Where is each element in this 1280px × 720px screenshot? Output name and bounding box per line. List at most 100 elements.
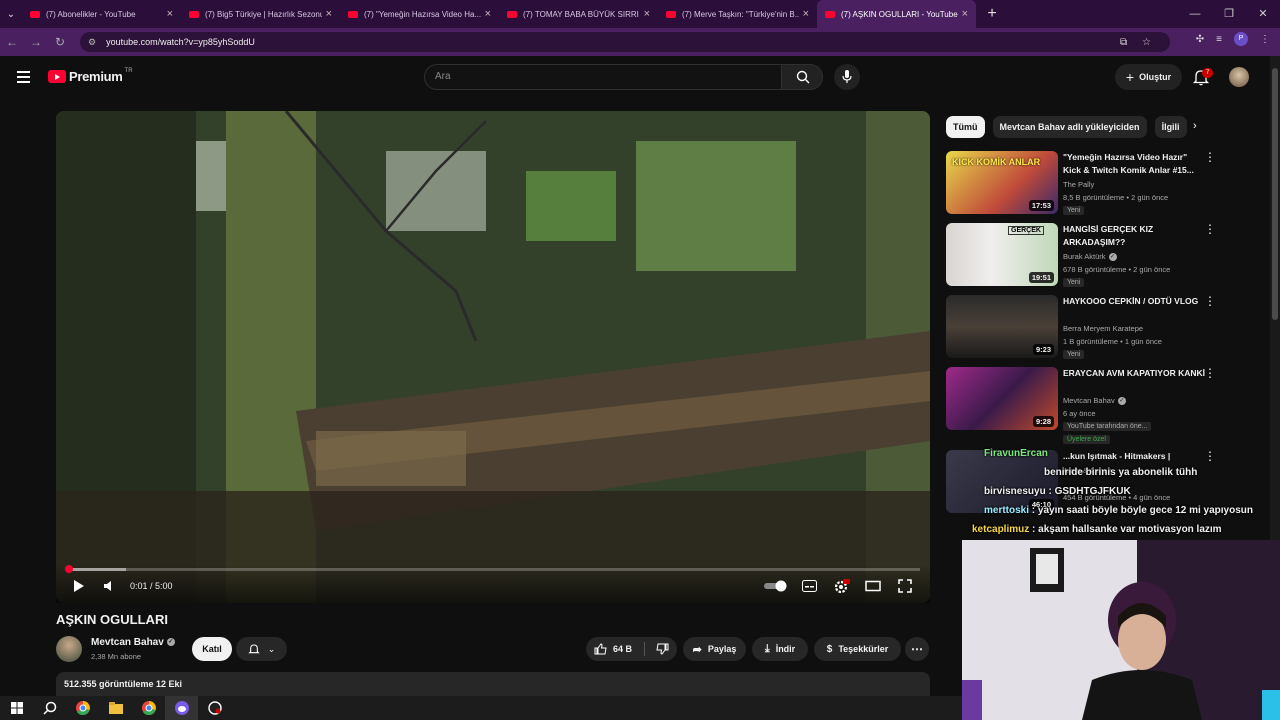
recommendation-item[interactable]: 9:28 ERAYCAN AVM KAPATIYOR KANKİ Mevtcan… xyxy=(946,367,1216,444)
scrubber-handle[interactable] xyxy=(64,565,73,573)
account-avatar[interactable] xyxy=(1229,67,1249,87)
more-options-icon[interactable]: ⋮ xyxy=(1204,295,1216,307)
video-thumbnail[interactable]: 9:23 xyxy=(946,295,1058,358)
plus-icon: + xyxy=(1125,69,1135,85)
browser-tab[interactable]: (7) Abonelikler - YouTube × xyxy=(22,0,181,28)
bookmark-star-icon[interactable]: ☆ xyxy=(1142,37,1151,48)
autoplay-toggle-icon[interactable] xyxy=(763,580,789,592)
close-tab-icon[interactable]: × xyxy=(803,8,809,20)
verified-icon: ✓ xyxy=(1108,253,1117,262)
chevron-down-icon: ⌄ xyxy=(267,643,276,654)
windows-start-icon[interactable] xyxy=(0,696,33,720)
volume-icon[interactable] xyxy=(103,580,117,592)
browser-menu-icon[interactable]: ⋮ xyxy=(1260,34,1270,45)
progress-bar[interactable] xyxy=(64,565,920,573)
search-input[interactable]: Ara xyxy=(424,64,782,90)
new-tab-button[interactable]: + xyxy=(982,5,1002,23)
recommendation-item[interactable]: KICK KOMİK ANLAR 17:53 "Yemeğin Hazırsa … xyxy=(946,151,1216,219)
webcam-overlay xyxy=(962,540,1280,720)
chat-message: FiravunErcan xyxy=(984,448,1048,459)
url-text: youtube.com/watch?v=yp85yhSoddU xyxy=(106,37,255,47)
chrome-profile-icon[interactable] xyxy=(132,696,165,720)
minimize-icon[interactable]: — xyxy=(1178,0,1212,28)
thumbs-up-icon xyxy=(594,643,607,655)
join-button[interactable]: Katıl xyxy=(192,637,232,661)
subscription-bell-button[interactable]: ⌄ xyxy=(236,637,287,661)
menu-icon[interactable] xyxy=(17,71,30,86)
more-options-icon[interactable]: ⋮ xyxy=(1204,151,1216,163)
more-options-icon[interactable]: ⋮ xyxy=(1204,367,1216,379)
browser-tools: ✣ ≡ P ⋮ xyxy=(1196,32,1270,46)
more-actions-icon[interactable]: ⋯ xyxy=(905,637,929,661)
like-button[interactable]: 64 B xyxy=(594,643,632,655)
extensions-icon[interactable]: ✣ xyxy=(1196,34,1204,45)
download-icon: ⤓ xyxy=(764,642,770,655)
install-app-icon[interactable]: ⧉ xyxy=(1120,37,1127,48)
recommendation-channel: Burak Aktürk ✓ xyxy=(1063,252,1117,262)
video-player[interactable] xyxy=(56,111,930,603)
chip-from-uploader[interactable]: Mevtcan Bahav adlı yükleyiciden xyxy=(992,116,1147,138)
search-icon[interactable] xyxy=(33,696,66,720)
recommendation-item[interactable]: 9:23 HAYKOOO CEPKİN / ODTÜ VLOG Berra Me… xyxy=(946,295,1216,363)
video-thumbnail[interactable]: KICK KOMİK ANLAR 17:53 xyxy=(946,151,1058,214)
file-explorer-icon[interactable] xyxy=(99,696,132,720)
fullscreen-icon[interactable] xyxy=(898,579,912,593)
subtitles-icon[interactable] xyxy=(802,580,817,592)
browser-tab[interactable]: (7) Big5 Türkiye | Hazırlık Sezonu × xyxy=(181,0,340,28)
chip-all[interactable]: Tümü xyxy=(946,116,985,138)
site-info-icon[interactable]: ⚙ xyxy=(88,37,96,48)
video-thumbnail[interactable]: GERÇEK 19:51 xyxy=(946,223,1058,286)
scrollbar-thumb[interactable] xyxy=(1272,68,1278,320)
reload-icon[interactable]: ↻ xyxy=(48,35,72,49)
close-tab-icon[interactable]: × xyxy=(644,8,650,20)
verified-icon: ✓ xyxy=(166,638,175,647)
promoted-badge: YouTube tarafından öne... xyxy=(1063,422,1152,431)
tab-search-icon[interactable]: ⌄ xyxy=(0,0,22,28)
search-button[interactable] xyxy=(781,64,823,90)
members-only-badge: Üyelere özel xyxy=(1063,435,1110,444)
time-display: 0:01 / 5:00 xyxy=(130,581,173,591)
browser-tab[interactable]: (7) "Yemeğin Hazırsa Video Ha... × xyxy=(340,0,499,28)
close-tab-icon[interactable]: × xyxy=(326,8,332,20)
maximize-icon[interactable]: ❐ xyxy=(1212,0,1246,28)
profile-avatar[interactable]: P xyxy=(1234,32,1248,46)
window-controls: — ❐ ✕ xyxy=(1178,0,1280,28)
close-tab-icon[interactable]: × xyxy=(485,8,491,20)
video-thumbnail[interactable]: 9:28 xyxy=(946,367,1058,430)
back-icon[interactable]: ← xyxy=(0,35,24,49)
create-button[interactable]: + Oluştur xyxy=(1115,64,1182,90)
thanks-button[interactable]: $ Teşekkürler xyxy=(814,637,901,661)
share-button[interactable]: ➦ Paylaş xyxy=(683,637,746,661)
close-window-icon[interactable]: ✕ xyxy=(1246,0,1280,28)
browser-toolbar: ← → ↻ ⚙ youtube.com/watch?v=yp85yhSoddU … xyxy=(0,28,1280,56)
download-button[interactable]: ⤓ İndir xyxy=(752,637,808,661)
youtube-favicon-icon xyxy=(348,10,358,18)
browser-tab-active[interactable]: (7) AŞKIN OGULLARI - YouTube × xyxy=(817,0,976,28)
browser-tab-bar: ⌄ (7) Abonelikler - YouTube × (7) Big5 Tü… xyxy=(0,0,1280,28)
close-tab-icon[interactable]: × xyxy=(962,8,968,20)
channel-name[interactable]: Mevtcan Bahav ✓ xyxy=(91,637,175,648)
discord-icon[interactable] xyxy=(165,696,198,720)
obs-icon[interactable] xyxy=(198,696,231,720)
theater-mode-icon[interactable] xyxy=(865,580,881,592)
address-bar[interactable]: ⚙ youtube.com/watch?v=yp85yhSoddU ⧉ ☆ xyxy=(80,32,1170,52)
browser-tab[interactable]: (7) TOMAY BABA BÜYÜK SIRRI ... × xyxy=(499,0,658,28)
close-tab-icon[interactable]: × xyxy=(167,8,173,20)
sidebar-chips: Tümü Mevtcan Bahav adlı yükleyiciden İlg… xyxy=(946,116,1187,138)
forward-icon[interactable]: → xyxy=(24,35,48,49)
recommendation-item[interactable]: GERÇEK 19:51 HANGİSİ GERÇEK KIZ ARKADAŞI… xyxy=(946,223,1216,291)
settings-icon[interactable] xyxy=(834,578,850,594)
more-options-icon[interactable]: ⋮ xyxy=(1204,223,1216,235)
buffer-bar xyxy=(66,568,126,571)
chrome-icon[interactable] xyxy=(66,696,99,720)
chip-related[interactable]: İlgili xyxy=(1154,116,1187,138)
channel-avatar[interactable] xyxy=(56,636,82,662)
youtube-logo[interactable]: Premium TR xyxy=(48,68,133,84)
chevron-right-icon[interactable]: › xyxy=(1193,120,1197,132)
voice-search-button[interactable] xyxy=(834,64,860,90)
media-control-icon[interactable]: ≡ xyxy=(1216,34,1222,45)
youtube-favicon-icon xyxy=(189,10,199,18)
play-icon[interactable] xyxy=(73,579,85,593)
browser-tab[interactable]: (7) Merve Taşkın: "Türkiye'nin B... × xyxy=(658,0,817,28)
thumbs-down-icon[interactable] xyxy=(656,643,669,655)
